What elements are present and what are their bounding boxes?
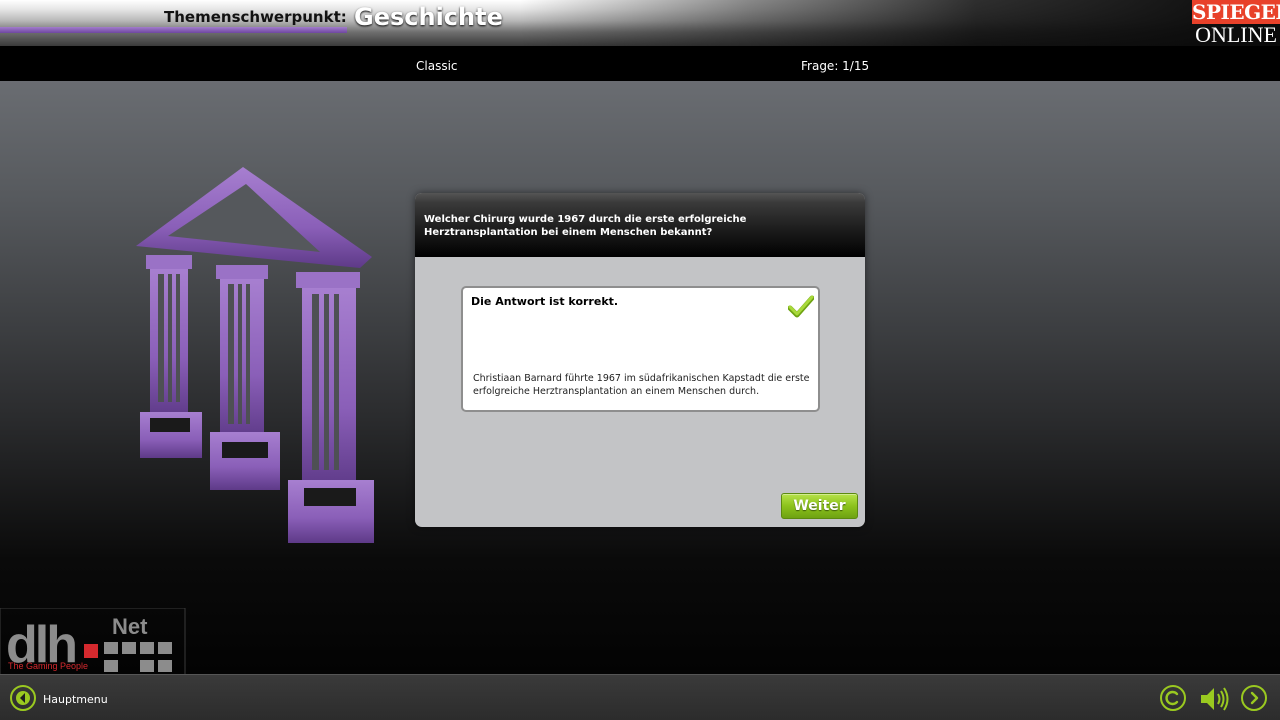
header-bar: Themenschwerpunkt: Geschichte SPIEGEL ON…	[0, 0, 1280, 47]
theme-label: Themenschwerpunkt:	[164, 8, 347, 26]
next-button[interactable]: Weiter	[781, 493, 858, 519]
header-accent-line	[0, 27, 347, 33]
main-menu-label: Hauptmenu	[43, 693, 108, 706]
dlh-net-logo: dlh Net The Gaming People	[0, 607, 186, 679]
answer-result-card: Die Antwort ist korrekt. Christiaan Barn…	[461, 286, 820, 412]
back-arrow-icon	[10, 685, 36, 711]
svg-text:Net: Net	[112, 614, 148, 639]
main-menu-button[interactable]: Hauptmenu	[10, 685, 110, 713]
svg-text:The Gaming People: The Gaming People	[8, 661, 88, 671]
game-mode-label: Classic	[416, 59, 458, 73]
footer-bar: Hauptmenu	[0, 674, 1280, 720]
copyright-icon[interactable]	[1160, 685, 1186, 711]
question-text: Welcher Chirurg wurde 1967 durch die ers…	[424, 214, 747, 238]
question-header: Welcher Chirurg wurde 1967 durch die ers…	[415, 193, 865, 257]
checkmark-icon	[787, 294, 815, 320]
forward-arrow-icon[interactable]	[1241, 685, 1267, 711]
logo-online-text: ONLINE	[1195, 22, 1277, 47]
question-dialog: Welcher Chirurg wurde 1967 durch die ers…	[415, 193, 865, 527]
question-counter: Frage: 1/15	[801, 59, 870, 73]
spiegel-online-logo: SPIEGEL ONLINE	[1192, 0, 1280, 47]
result-explanation: Christiaan Barnard führte 1967 im südafr…	[473, 373, 810, 397]
result-title: Die Antwort ist korrekt.	[471, 295, 619, 308]
logo-spiegel-text: SPIEGEL	[1192, 0, 1280, 24]
speaker-icon[interactable]	[1199, 684, 1231, 714]
info-bar: Classic Frage: 1/15	[0, 46, 1280, 81]
theme-title: Geschichte	[354, 3, 503, 31]
temple-icon	[128, 162, 378, 562]
header-fade	[520, 0, 1280, 46]
